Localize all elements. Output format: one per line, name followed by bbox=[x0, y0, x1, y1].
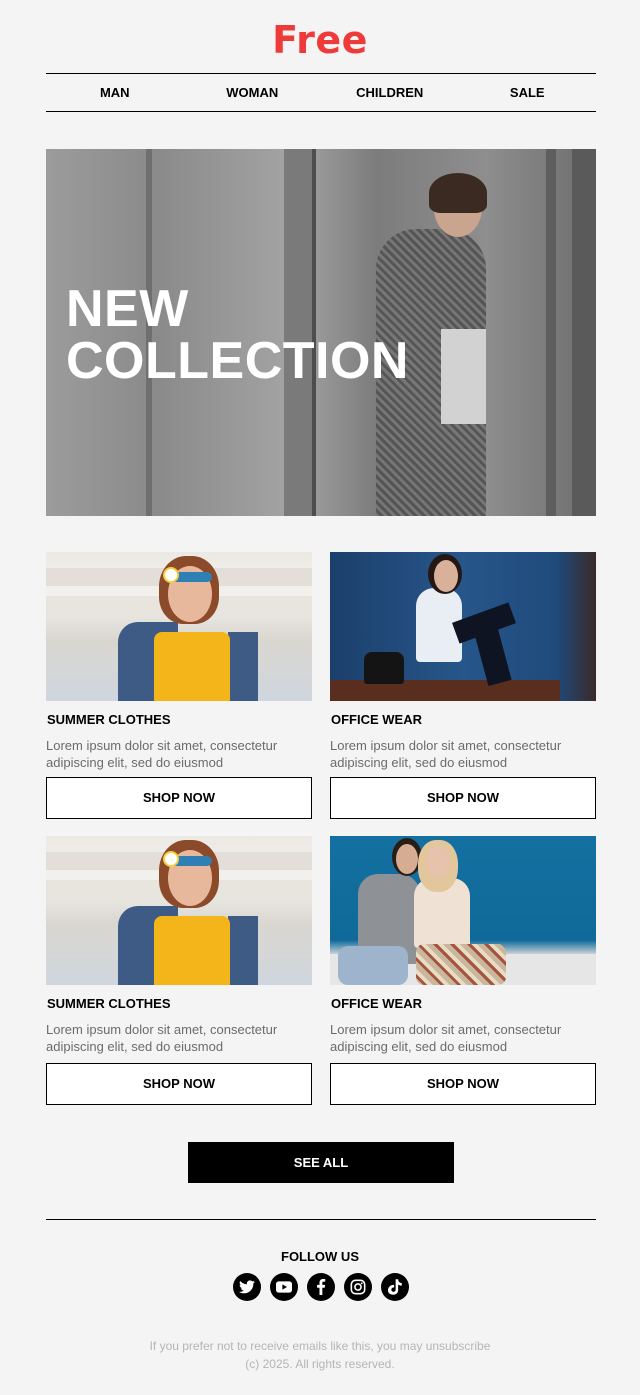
twitter-icon[interactable] bbox=[233, 1273, 261, 1301]
yellow-top bbox=[154, 916, 230, 985]
hero-title: NEW COLLECTION bbox=[66, 283, 409, 387]
youtube-icon[interactable] bbox=[270, 1273, 298, 1301]
product-card: SUMMER CLOTHES Lorem ipsum dolor sit ame… bbox=[46, 836, 312, 1105]
card-text: Lorem ipsum dolor sit amet, consectetur … bbox=[46, 1022, 278, 1054]
brand-logo[interactable]: Free bbox=[0, 18, 640, 62]
instagram-icon[interactable] bbox=[344, 1273, 372, 1301]
see-all-button[interactable]: SEE ALL bbox=[188, 1142, 454, 1183]
nav-item-sale[interactable]: SALE bbox=[459, 74, 597, 111]
jeans bbox=[338, 946, 408, 985]
footer-divider bbox=[46, 1219, 596, 1220]
trousers bbox=[472, 619, 512, 687]
hero-model-hair bbox=[429, 173, 487, 213]
hero-pillar bbox=[546, 149, 556, 516]
hero-title-line1: NEW bbox=[66, 280, 189, 338]
shop-now-button[interactable]: SHOP NOW bbox=[330, 777, 596, 819]
flower bbox=[163, 851, 179, 867]
product-card: SUMMER CLOTHES Lorem ipsum dolor sit ame… bbox=[46, 552, 312, 819]
product-image-summer[interactable] bbox=[46, 836, 312, 985]
card-text: Lorem ipsum dolor sit amet, consectetur … bbox=[330, 738, 562, 770]
denim-jacket bbox=[228, 916, 258, 985]
nav-item-woman[interactable]: WOMAN bbox=[184, 74, 322, 111]
product-image-office[interactable] bbox=[330, 552, 596, 701]
hero-model-skirt bbox=[441, 329, 486, 424]
facebook-icon[interactable] bbox=[307, 1273, 335, 1301]
card-title: OFFICE WEAR bbox=[331, 996, 422, 1011]
handbag bbox=[364, 652, 404, 684]
shop-now-button[interactable]: SHOP NOW bbox=[46, 1063, 312, 1105]
shop-now-button[interactable]: SHOP NOW bbox=[46, 777, 312, 819]
social-icons bbox=[233, 1273, 409, 1301]
product-image-office[interactable] bbox=[330, 836, 596, 985]
print-trousers bbox=[416, 944, 506, 985]
tiktok-icon[interactable] bbox=[381, 1273, 409, 1301]
unsubscribe-text[interactable]: If you prefer not to receive emails like… bbox=[0, 1339, 640, 1353]
product-image-summer[interactable] bbox=[46, 552, 312, 701]
card-title: SUMMER CLOTHES bbox=[47, 996, 171, 1011]
card-title: SUMMER CLOTHES bbox=[47, 712, 171, 727]
card-title: OFFICE WEAR bbox=[331, 712, 422, 727]
yellow-top bbox=[154, 632, 230, 701]
hero-pillar bbox=[572, 149, 596, 516]
product-card: OFFICE WEAR Lorem ipsum dolor sit amet, … bbox=[330, 836, 596, 1105]
model-face bbox=[434, 560, 458, 592]
card-text: Lorem ipsum dolor sit amet, consectetur … bbox=[330, 1022, 562, 1054]
woman-face bbox=[426, 846, 450, 878]
flower bbox=[163, 567, 179, 583]
nav-item-children[interactable]: CHILDREN bbox=[321, 74, 459, 111]
hero-title-line2: COLLECTION bbox=[66, 332, 409, 390]
main-nav: MAN WOMAN CHILDREN SALE bbox=[46, 73, 596, 112]
denim-jacket bbox=[228, 632, 258, 701]
shop-now-button[interactable]: SHOP NOW bbox=[330, 1063, 596, 1105]
follow-us-label: FOLLOW US bbox=[281, 1249, 359, 1264]
man-face bbox=[396, 844, 418, 874]
copyright-text: (c) 2025. All rights reserved. bbox=[245, 1357, 395, 1371]
product-card: OFFICE WEAR Lorem ipsum dolor sit amet, … bbox=[330, 552, 596, 819]
nav-item-man[interactable]: MAN bbox=[46, 74, 184, 111]
card-text: Lorem ipsum dolor sit amet, consectetur … bbox=[46, 738, 278, 770]
hero-banner[interactable]: NEW COLLECTION bbox=[46, 149, 596, 516]
